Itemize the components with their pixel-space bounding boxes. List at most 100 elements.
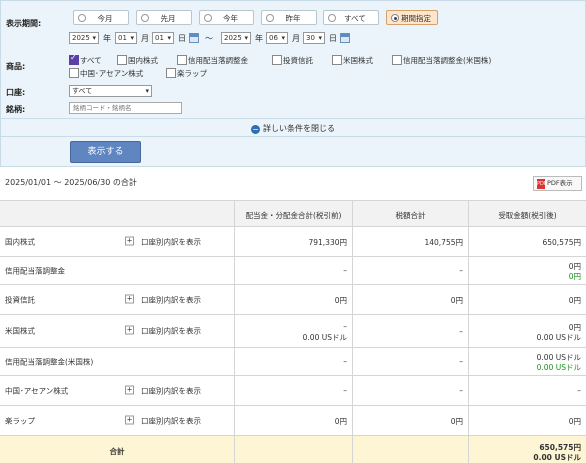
account-breakdown-toggle[interactable]: + 口座別内訳を表示 [125, 236, 201, 247]
account-breakdown-toggle[interactable]: + 口座別内訳を表示 [125, 325, 201, 337]
from-month-select[interactable]: 01 [115, 32, 137, 44]
tax-cell: 0円 [352, 285, 468, 314]
account-breakdown-label: 口座別内訳を表示 [141, 237, 201, 246]
product-rakuwrap-checkbox[interactable]: 楽ラップ [166, 68, 207, 79]
value-text: – [459, 386, 463, 395]
year-unit: 年 [255, 34, 263, 43]
header-net: 受取金額(税引後) [468, 201, 586, 226]
toggle-conditions-link[interactable]: − 詳しい条件を閉じる [1, 123, 585, 134]
period-label: 表示期間: [6, 19, 42, 28]
pdf-button[interactable]: PDF PDF表示 [533, 176, 582, 191]
value-text: 0.00 USドル [536, 332, 581, 342]
to-month-select[interactable]: 06 [266, 32, 288, 44]
total-row: 合計 650,575円 0.00 USドル [0, 436, 586, 463]
value-text: 0円 [334, 417, 347, 426]
product-investment-trust-checkbox[interactable]: 投資信託 [272, 55, 313, 66]
to-year-select[interactable]: 2025 [221, 32, 251, 44]
period-summary-text: 2025/01/01 ～ 2025/06/30 の合計 [5, 178, 137, 187]
net-cell: 0円 [468, 285, 586, 314]
net-cell: 0円 0円 [468, 257, 586, 284]
to-day-select[interactable]: 30 [303, 32, 325, 44]
submit-button[interactable]: 表示する [70, 141, 141, 163]
net-cell: 0円 [468, 406, 586, 435]
product-china-asean-checkbox[interactable]: 中国･アセアン株式 [69, 68, 143, 79]
from-day-select[interactable]: 01 [152, 32, 174, 44]
gross-cell: 0円 [234, 285, 352, 314]
value-text: – [343, 357, 347, 366]
row-name: 楽ラップ [5, 416, 35, 425]
period-this-year-button[interactable]: 今年 [199, 10, 254, 25]
tax-cell: – [352, 257, 468, 284]
plus-box-icon: + [125, 415, 134, 424]
product-label: 商品: [6, 62, 26, 71]
account-breakdown-label: 口座別内訳を表示 [141, 386, 201, 395]
row-name-cell: 信用配当落調整金 [0, 257, 234, 284]
table-row: 信用配当落調整金(米国株) – –0.00 USドル 0.00 USドル [0, 348, 586, 376]
account-select[interactable]: すべて [69, 85, 152, 97]
value-text: 140,755円 [424, 238, 463, 247]
symbol-label: 銘柄: [6, 105, 26, 114]
value-text: 0円 [334, 296, 347, 305]
value-text: – [459, 326, 463, 336]
from-year-select[interactable]: 2025 [69, 32, 99, 44]
net-cell: 0.00 USドル 0.00 USドル [468, 348, 586, 375]
tax-cell: – [352, 315, 468, 347]
period-this-month-button[interactable]: 今月 [73, 10, 129, 25]
header-empty [0, 201, 234, 226]
product-margin-dividend-checkbox[interactable]: 信用配当落調整金 [177, 55, 248, 66]
product-all-checkbox[interactable]: すべて [69, 53, 102, 66]
plus-box-icon: + [125, 385, 134, 394]
value-text: 0.00 USドル [533, 452, 581, 462]
header-tax: 税額合計 [352, 201, 468, 226]
row-name-cell: 投資信託 + 口座別内訳を表示 [0, 285, 234, 314]
period-last-year-button[interactable]: 昨年 [261, 10, 317, 25]
table-header-row: 配当金・分配金合計(税引前) 税額合計 受取金額(税引後) [0, 200, 586, 227]
product-us-stock-checkbox[interactable]: 米国株式 [332, 55, 373, 66]
total-gross-cell [234, 436, 352, 463]
gross-cell: – [234, 376, 352, 405]
day-unit: 日 [178, 34, 186, 43]
product-margin-dividend-us-checkbox[interactable]: 信用配当落調整金(米国株) [392, 55, 491, 66]
value-text: – [343, 266, 347, 275]
tax-cell: – [352, 376, 468, 405]
account-breakdown-toggle[interactable]: + 口座別内訳を表示 [125, 415, 201, 426]
filter-panel: 表示期間: 今月 先月 今年 昨年 すべて 期間指定 2025 年 01 月 0… [0, 0, 586, 167]
tax-cell: 0円 [352, 406, 468, 435]
symbol-input[interactable] [69, 102, 182, 114]
minus-circle-icon: − [251, 125, 260, 134]
row-name: 信用配当落調整金(米国株) [5, 357, 94, 366]
total-tax-cell [352, 436, 468, 463]
period-all-button[interactable]: すべて [323, 10, 379, 25]
table-row: 米国株式 + 口座別内訳を表示 –0.00 USドル –0円 0.00 USドル [0, 315, 586, 348]
year-unit: 年 [103, 34, 111, 43]
account-breakdown-label: 口座別内訳を表示 [141, 295, 201, 304]
row-name: 投資信託 [5, 295, 35, 304]
gross-cell: – [234, 348, 352, 375]
total-label: 合計 [109, 447, 125, 456]
value-text: 0円 [568, 296, 581, 305]
to-calendar-icon[interactable] [340, 33, 350, 43]
product-domestic-stock-checkbox[interactable]: 国内株式 [117, 55, 158, 66]
value-green-text: 0.00 USドル [536, 363, 581, 372]
total-label-cell: 合計 [0, 436, 234, 463]
gross-cell: 0円 [234, 406, 352, 435]
table-row: 楽ラップ + 口座別内訳を表示 0円 0円 0円 [0, 406, 586, 436]
month-unit: 月 [292, 34, 300, 43]
value-text: 650,575円 [542, 238, 581, 247]
row-name-cell: 信用配当落調整金(米国株) [0, 348, 234, 375]
filter-divider [1, 136, 585, 137]
period-last-month-button[interactable]: 先月 [136, 10, 192, 25]
table-row: 国内株式 + 口座別内訳を表示 791,330円 140,755円 650,575円 [0, 227, 586, 257]
month-unit: 月 [141, 34, 149, 43]
account-breakdown-toggle[interactable]: + 口座別内訳を表示 [125, 385, 201, 396]
account-breakdown-toggle[interactable]: + 口座別内訳を表示 [125, 294, 201, 305]
period-custom-button[interactable]: 期間指定 [386, 10, 438, 25]
value-text: – [577, 386, 581, 395]
value-text: 791,330円 [308, 238, 347, 247]
row-name: 国内株式 [5, 237, 35, 246]
from-calendar-icon[interactable] [189, 33, 199, 43]
gross-cell: 791,330円 [234, 227, 352, 256]
account-breakdown-label: 口座別内訳を表示 [141, 326, 201, 336]
net-cell: – [468, 376, 586, 405]
filter-divider [1, 118, 585, 119]
